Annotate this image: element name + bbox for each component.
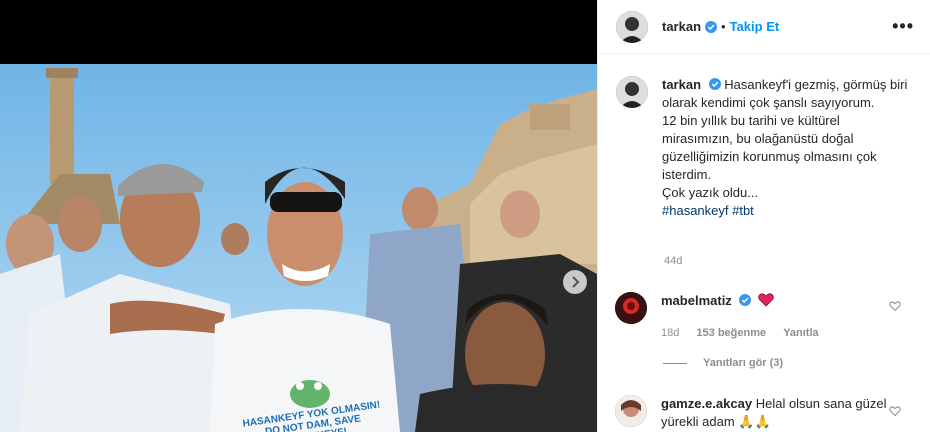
- more-options-icon[interactable]: •••: [892, 16, 914, 37]
- reply-button[interactable]: Yanıtla: [783, 327, 818, 339]
- avatar-image: [615, 395, 647, 427]
- replies-divider: [663, 362, 687, 364]
- comment-username[interactable]: gamze.e.akcay: [661, 396, 752, 411]
- follow-button[interactable]: Takip Et: [730, 19, 780, 34]
- comment-username[interactable]: mabelmatiz: [661, 293, 732, 308]
- caption-text-3: Çok yazık oldu...: [662, 185, 759, 200]
- avatar-image: [615, 292, 647, 324]
- caption-hashtags[interactable]: #hasankeyf #tbt: [662, 203, 754, 218]
- view-replies-label: Yanıtları gör (3): [703, 357, 784, 369]
- separator-dot: •: [721, 19, 726, 34]
- header-username[interactable]: tarkan: [662, 19, 701, 34]
- post-caption: tarkan Hasankeyf'i gezmiş, görmüş biri o…: [616, 76, 916, 220]
- caption-age: 44d: [664, 255, 683, 267]
- heart-icon[interactable]: [889, 405, 901, 417]
- avatar[interactable]: [616, 10, 648, 43]
- chevron-right-icon: [572, 276, 580, 288]
- view-replies-button[interactable]: Yanıtları gör (3): [663, 357, 783, 369]
- verified-badge-icon: [705, 20, 718, 33]
- comment-meta: 18d 153 beğenme Yanıtla: [661, 324, 891, 342]
- comment-body: gamze.e.akcay Helal olsun sana güzel yür…: [661, 395, 891, 431]
- comment-likes[interactable]: 153 beğenme: [696, 327, 766, 339]
- caption-body: tarkan Hasankeyf'i gezmiş, görmüş biri o…: [662, 76, 912, 220]
- caption-text-2: 12 bin yıllık bu tarihi ve kültürel mira…: [662, 113, 877, 182]
- comment-avatar[interactable]: [615, 292, 647, 324]
- caption-avatar[interactable]: [616, 76, 648, 108]
- post-photo: HASANKEYF YOK OLMASIN! DO NOT DAM, SAVE …: [0, 64, 597, 432]
- post-modal: HASANKEYF YOK OLMASIN! DO NOT DAM, SAVE …: [0, 0, 930, 432]
- verified-badge-icon: [708, 78, 721, 90]
- photo-illustration: [0, 64, 597, 432]
- comment-time[interactable]: 18d: [661, 327, 679, 339]
- comment-avatar[interactable]: [615, 395, 647, 427]
- heart-icon[interactable]: [889, 300, 901, 312]
- red-heart-emoji-icon: [758, 293, 774, 307]
- avatar-image: [616, 76, 648, 108]
- caption-username[interactable]: tarkan: [662, 77, 701, 92]
- avatar-image: [616, 10, 648, 43]
- verified-badge-icon: [739, 294, 752, 306]
- comment-item: gamze.e.akcay Helal olsun sana güzel yür…: [615, 395, 915, 431]
- post-media: HASANKEYF YOK OLMASIN! DO NOT DAM, SAVE …: [0, 0, 597, 432]
- comment-item: mabelmatiz 18d 153 beğenme Yanıtla: [615, 292, 915, 342]
- post-header: tarkan • Takip Et •••: [598, 0, 930, 54]
- comment-body: mabelmatiz 18d 153 beğenme Yanıtla: [661, 292, 891, 342]
- next-photo-button[interactable]: [563, 270, 587, 294]
